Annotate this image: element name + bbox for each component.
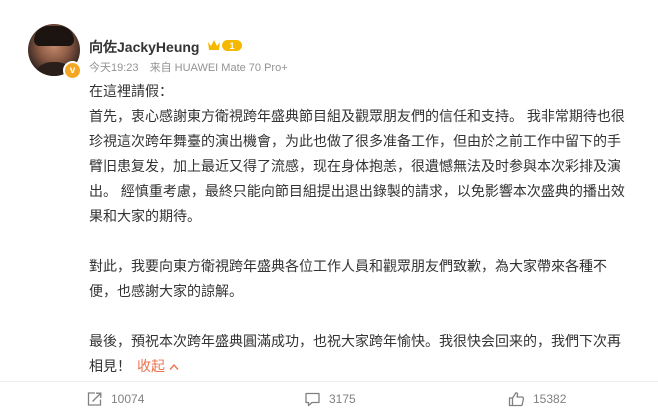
author-name[interactable]: 向佐JackyHeung [89, 37, 199, 57]
post-time[interactable]: 今天19:23 [89, 62, 139, 74]
post-paragraph: 在這裡請假： [89, 83, 173, 99]
comment-count: 3175 [329, 392, 356, 406]
avatar-hair [34, 26, 74, 46]
post-body: 在這裡請假： 首先，衷心感謝東方衛視跨年盛典節目組及觀眾朋友們的信任和支持。 我… [89, 79, 629, 379]
comment-button[interactable]: 3175 [304, 388, 356, 410]
level-badge-icon[interactable]: 1 [206, 38, 244, 53]
action-divider [0, 381, 658, 382]
verified-badge-icon: v [63, 61, 82, 80]
repost-button[interactable]: 10074 [86, 388, 144, 410]
level-badge-number: 1 [229, 41, 234, 51]
post-meta: 今天19:23 来自 HUAWEI Mate 70 Pro+ [89, 59, 296, 75]
like-button[interactable]: 15382 [508, 388, 566, 410]
post-source: 来自 HUAWEI Mate 70 Pro+ [149, 62, 288, 74]
collapse-link[interactable]: 收起 [137, 358, 179, 374]
thumbs-up-icon [508, 392, 525, 407]
repost-icon [87, 392, 102, 406]
post-paragraph: 對此，我要向東方衛視跨年盛典各位工作人員和觀眾朋友們致歉，為大家帶來各種不便，也… [89, 258, 607, 299]
post-paragraph-last: 最後，預祝本次跨年盛典圓滿成功，也祝大家跨年愉快。我很快会回来的，我們下次再相見… [89, 329, 629, 379]
comment-icon [305, 392, 320, 407]
like-count: 15382 [533, 392, 567, 406]
chevron-up-icon [169, 363, 179, 370]
repost-count: 10074 [111, 392, 145, 406]
post-paragraph: 首先，衷心感謝東方衛視跨年盛典節目組及觀眾朋友們的信任和支持。 我非常期待也很珍… [89, 108, 625, 224]
weibo-post-card: v 向佐JackyHeung 1 今天19:23 来自 HUAWEI Mate … [0, 0, 658, 420]
collapse-label: 收起 [137, 358, 165, 374]
